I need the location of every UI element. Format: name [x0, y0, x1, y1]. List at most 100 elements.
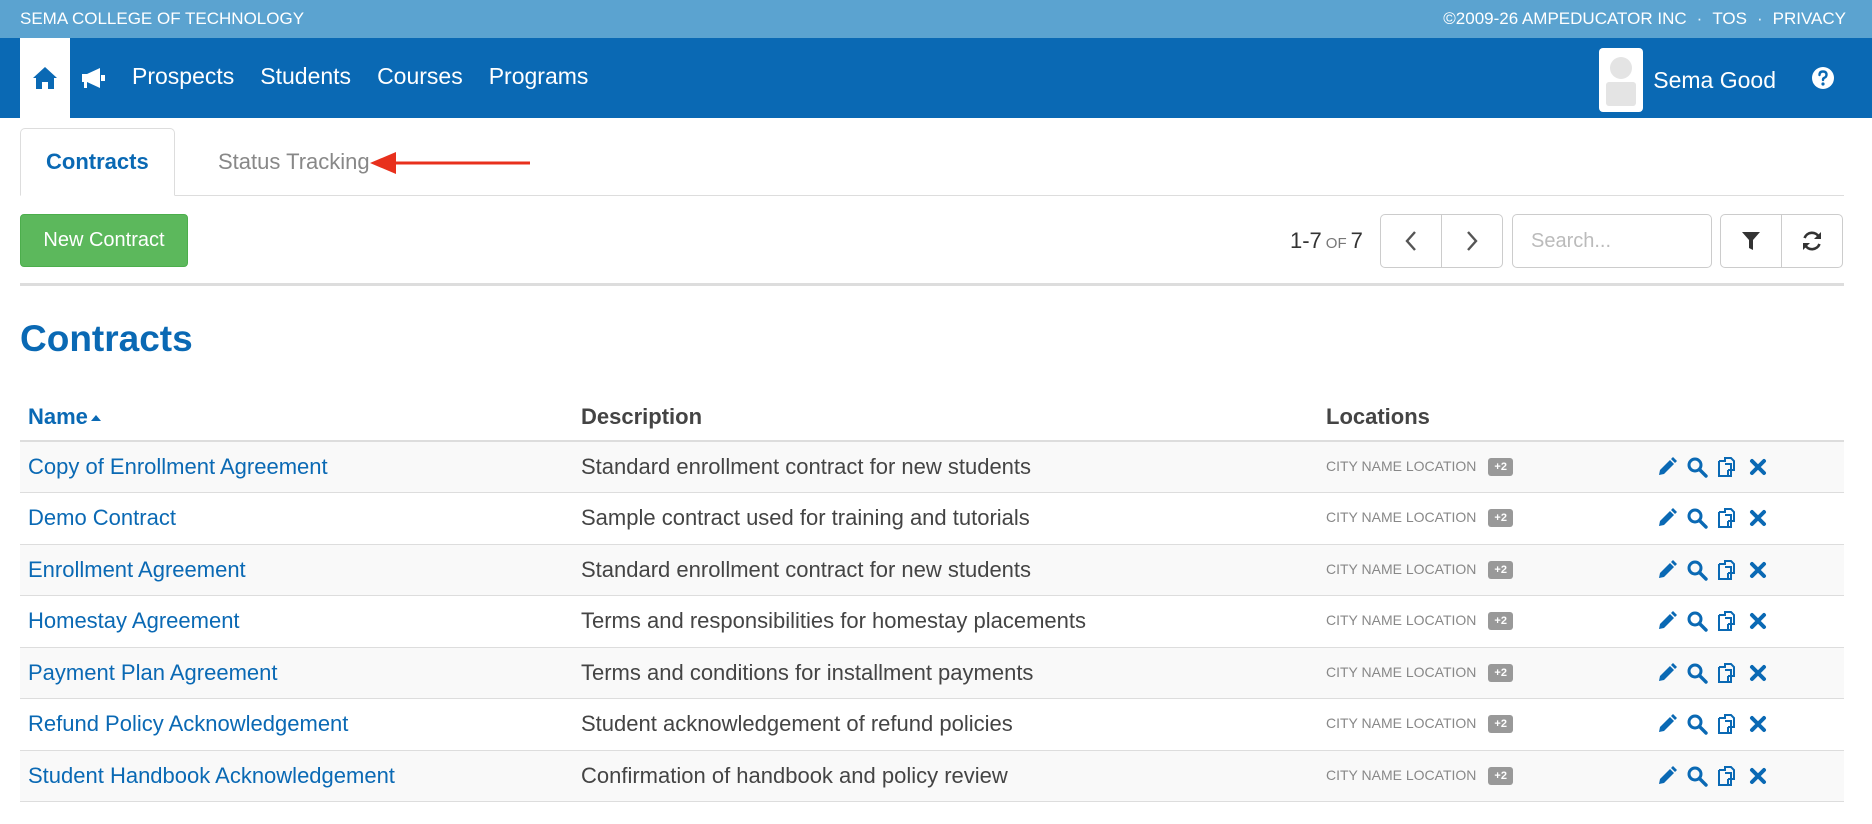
contract-description: Terms and responsibilities for homestay … — [581, 608, 1087, 634]
name-column-header[interactable]: Name — [20, 393, 573, 442]
help-icon[interactable] — [1810, 65, 1836, 91]
nav-links: Prospects Students Courses Programs — [132, 63, 588, 90]
location-text: CITY NAME LOCATION — [1326, 766, 1477, 783]
contract-location: CITY NAME LOCATION +2 — [1318, 750, 1648, 802]
row-actions — [1648, 493, 1844, 545]
filter-icon — [1742, 232, 1760, 250]
edit-icon[interactable] — [1656, 507, 1678, 529]
delete-icon[interactable] — [1748, 714, 1768, 734]
more-locations-badge[interactable]: +2 — [1488, 509, 1513, 528]
page-title: Contracts — [20, 318, 193, 359]
more-locations-badge[interactable]: +2 — [1488, 766, 1513, 785]
sort-asc-icon — [90, 414, 101, 421]
view-icon[interactable] — [1686, 456, 1708, 478]
edit-icon[interactable] — [1656, 456, 1678, 478]
contract-location: CITY NAME LOCATION +2 — [1318, 493, 1648, 545]
new-contract-button[interactable]: New Contract — [20, 214, 188, 267]
tos-link[interactable]: TOS — [1712, 9, 1747, 29]
more-locations-badge[interactable]: +2 — [1488, 560, 1513, 579]
view-icon[interactable] — [1686, 610, 1708, 632]
megaphone-icon — [82, 68, 105, 88]
edit-icon[interactable] — [1656, 713, 1678, 735]
contract-name-link[interactable]: Enrollment Agreement — [20, 544, 573, 596]
home-icon — [33, 67, 57, 89]
user-menu[interactable]: Sema Good — [1599, 48, 1776, 112]
delete-icon[interactable] — [1748, 457, 1768, 477]
table-row: Student Handbook Acknowledgement Confirm… — [20, 750, 1844, 802]
view-icon[interactable] — [1686, 765, 1708, 787]
privacy-link[interactable]: PRIVACY — [1773, 9, 1846, 29]
nav-prospects[interactable]: Prospects — [132, 63, 234, 90]
filter-button[interactable] — [1720, 214, 1782, 268]
copy-icon[interactable] — [1716, 506, 1740, 530]
contract-name-link[interactable]: Payment Plan Agreement — [20, 647, 573, 699]
copyright-link[interactable]: ©2009-26 AMPEDUCATOR INC — [1443, 9, 1686, 29]
edit-icon[interactable] — [1656, 610, 1678, 632]
search-input[interactable] — [1512, 214, 1712, 268]
table-header-row: Name Description Locations — [20, 393, 1844, 442]
next-page-button[interactable] — [1441, 214, 1503, 268]
school-name: SEMA COLLEGE OF TECHNOLOGY — [20, 9, 305, 28]
table-row: Refund Policy Acknowledgement Student ac… — [20, 699, 1844, 751]
delete-icon[interactable] — [1748, 766, 1768, 786]
nav-courses[interactable]: Courses — [377, 63, 463, 90]
chevron-left-icon — [1405, 231, 1416, 251]
delete-icon[interactable] — [1748, 611, 1768, 631]
nav-programs[interactable]: Programs — [489, 63, 589, 90]
contract-location: CITY NAME LOCATION +2 — [1318, 441, 1648, 493]
contract-name-link[interactable]: Student Handbook Acknowledgement — [20, 750, 573, 802]
table-row: Copy of Enrollment Agreement Standard en… — [20, 441, 1844, 493]
copy-icon[interactable] — [1716, 661, 1740, 685]
table-row: Demo Contract Sample contract used for t… — [20, 493, 1844, 545]
edit-icon[interactable] — [1656, 765, 1678, 787]
location-text: CITY NAME LOCATION — [1326, 509, 1477, 526]
delete-icon[interactable] — [1748, 663, 1768, 683]
contract-location: CITY NAME LOCATION +2 — [1318, 647, 1648, 699]
pagination-range: 1-7 — [1290, 228, 1322, 253]
utility-links: ©2009-26 AMPEDUCATOR INC · TOS · PRIVACY — [1443, 9, 1846, 29]
row-actions — [1648, 441, 1844, 493]
table-body: Copy of Enrollment Agreement Standard en… — [20, 441, 1844, 802]
pagination-total: 7 — [1350, 228, 1363, 253]
contract-name-link[interactable]: Demo Contract — [20, 493, 573, 545]
contract-name-link[interactable]: Homestay Agreement — [20, 596, 573, 648]
copy-icon[interactable] — [1716, 558, 1740, 582]
tab-status-tracking[interactable]: Status Tracking — [193, 128, 395, 196]
view-icon[interactable] — [1686, 713, 1708, 735]
delete-icon[interactable] — [1748, 508, 1768, 528]
view-icon[interactable] — [1686, 559, 1708, 581]
delete-icon[interactable] — [1748, 560, 1768, 580]
more-locations-badge[interactable]: +2 — [1488, 612, 1513, 631]
tab-contracts[interactable]: Contracts — [20, 128, 175, 196]
contract-description: Standard enrollment contract for new stu… — [581, 454, 1032, 479]
home-button[interactable] — [20, 38, 70, 118]
edit-icon[interactable] — [1656, 559, 1678, 581]
more-locations-badge[interactable]: +2 — [1488, 663, 1513, 682]
tab-bar: Contracts Status Tracking — [20, 128, 1844, 196]
chevron-right-icon — [1467, 231, 1478, 251]
previous-page-button[interactable] — [1380, 214, 1442, 268]
contract-description: Confirmation of handbook and policy revi… — [581, 762, 1008, 788]
refresh-icon — [1803, 231, 1821, 251]
view-icon[interactable] — [1686, 507, 1708, 529]
refresh-button[interactable] — [1781, 214, 1843, 268]
contract-name-link[interactable]: Refund Policy Acknowledgement — [20, 699, 573, 751]
edit-icon[interactable] — [1656, 662, 1678, 684]
location-text: CITY NAME LOCATION — [1326, 612, 1477, 629]
copy-icon[interactable] — [1716, 455, 1740, 479]
contract-name-link[interactable]: Copy of Enrollment Agreement — [20, 441, 573, 493]
locations-column-header: Locations — [1318, 393, 1648, 442]
copy-icon[interactable] — [1716, 764, 1740, 788]
announcements-button[interactable] — [78, 62, 110, 94]
more-locations-badge[interactable]: +2 — [1488, 715, 1513, 734]
location-text: CITY NAME LOCATION — [1326, 663, 1477, 680]
contract-description: Student acknowledgement of refund polici… — [581, 711, 1013, 737]
copy-icon[interactable] — [1716, 609, 1740, 633]
name-header-label: Name — [28, 403, 88, 429]
view-icon[interactable] — [1686, 662, 1708, 684]
nav-students[interactable]: Students — [260, 63, 351, 90]
copy-icon[interactable] — [1716, 712, 1740, 736]
row-actions — [1648, 544, 1844, 596]
more-locations-badge[interactable]: +2 — [1488, 458, 1513, 477]
contract-location: CITY NAME LOCATION +2 — [1318, 544, 1648, 596]
